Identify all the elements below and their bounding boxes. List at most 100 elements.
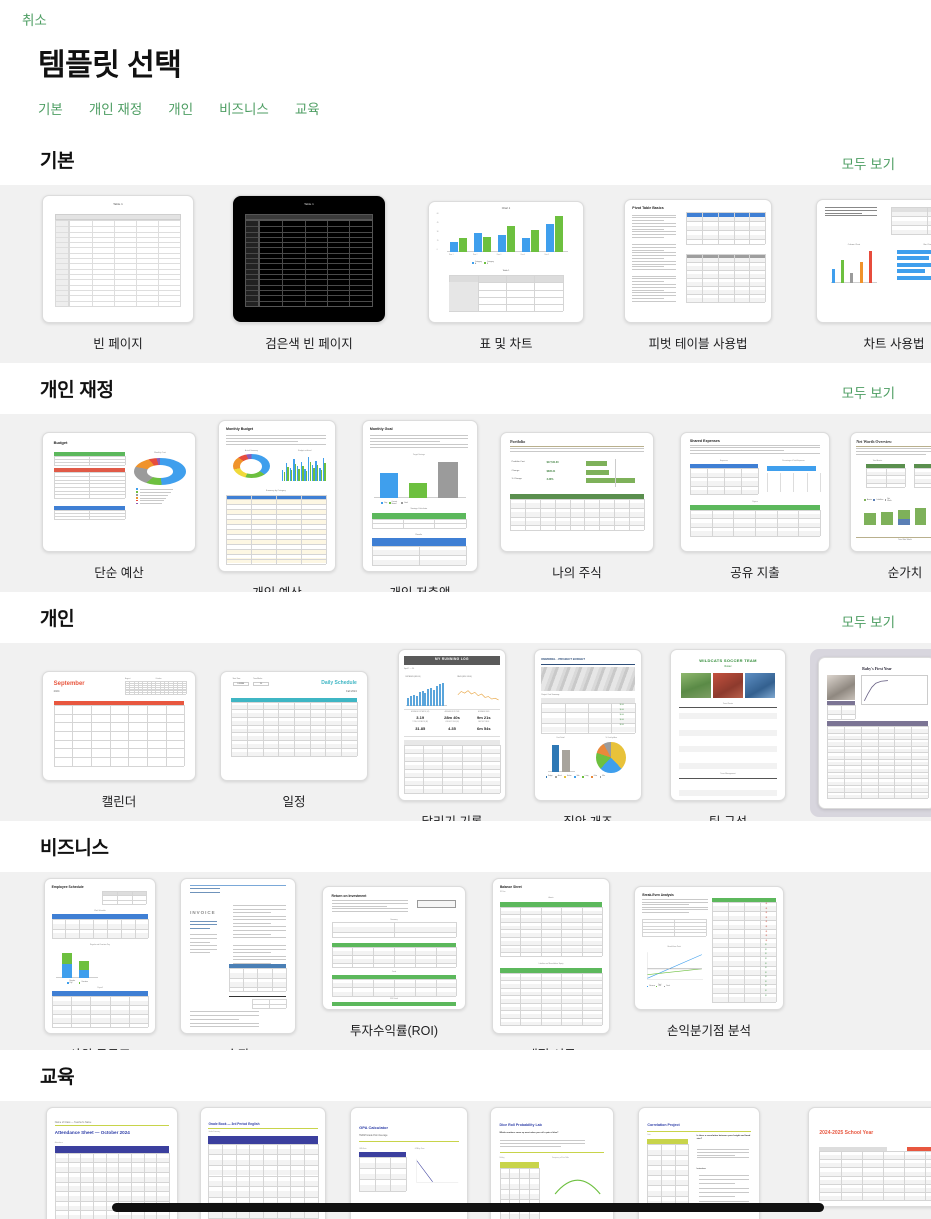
template-card[interactable]: Break-Even Analysis -$1 -$1 -$1 -$1 -$1 -$1 -$1… <box>634 872 784 1050</box>
template-card[interactable]: Correlation Project Data Is there a correl… <box>638 1101 760 1219</box>
template-shelf[interactable]: Table 1 빈 페이지 Table 1 검은색 빈 페이지 Chart 1 60 45 3… <box>0 185 931 363</box>
nav-item-basic[interactable]: 기본 <box>38 98 63 118</box>
template-thumbnail[interactable]: Net Worth Overview Total Assets Assets Liab… <box>850 432 931 552</box>
template-card[interactable]: Chart 1 60 45 30 15 0 Row 1 Row 2 Row 3 Row 4 Row … <box>428 185 584 363</box>
template-thumbnail[interactable]: Daily Schedule Fall 2024 Start Time 6:00 AM… <box>220 671 368 781</box>
template-shelf[interactable]: Employee Schedule Work Schedule Regular an… <box>0 872 931 1050</box>
template-thumbnail[interactable]: INVOICE <box>180 878 296 1034</box>
template-caption: 사원 근무표 <box>70 1044 131 1050</box>
template-card[interactable]: Column ChartBar Chart 차트 사용법 <box>816 185 931 363</box>
cancel-button[interactable]: 취소 <box>22 9 47 29</box>
template-thumbnail[interactable]: 2024-2025 School Year <box>808 1107 931 1207</box>
template-caption: 공유 지출 <box>730 566 780 580</box>
template-shelf[interactable]: Name of Class — Teacher's Name Attendance… <box>0 1101 931 1219</box>
template-shelf[interactable]: Budget Monthly Cost 단순 예산 Monthly Budget Act… <box>0 414 931 592</box>
section-header: 비즈니스모두 보기 <box>0 821 931 872</box>
template-thumbnail[interactable]: Chart 1 60 45 30 15 0 Row 1 Row 2 Row 3 Row 4 Row … <box>428 201 584 323</box>
page-title: 템플릿 선택 <box>38 49 182 82</box>
see-all-link[interactable]: 모두 보기 <box>842 611 895 631</box>
section-3: 개인 모두 보기 September 2024 August October 캘린더 Dail… <box>0 592 931 821</box>
nav-item-personal[interactable]: 개인 <box>168 98 193 118</box>
template-card[interactable]: Table 1 검은색 빈 페이지 <box>232 185 386 363</box>
see-all-link[interactable]: 모두 보기 <box>842 382 895 402</box>
top-bar: 취소 <box>0 0 931 34</box>
template-card[interactable]: Employee Schedule Work Schedule Regular an… <box>44 872 156 1050</box>
template-caption: 재정 서류 <box>526 1044 575 1050</box>
template-thumbnail[interactable]: MY RUNNING LOG April 1 — 30 DISTANCE (MILE… <box>398 649 506 801</box>
template-thumbnail[interactable]: Shared Expenses Expenses Percentage of Tot… <box>680 432 830 552</box>
template-thumbnail[interactable]: Baby's First Year <box>818 657 931 809</box>
template-caption: 빈 페이지 <box>93 337 143 351</box>
template-card[interactable]: Monthly Budget Actual Summary Budget vs Ac… <box>218 414 336 592</box>
template-thumbnail[interactable]: Budget Monthly Cost <box>42 432 196 552</box>
template-card[interactable]: Shared Expenses Expenses Percentage of Tot… <box>680 414 830 592</box>
section-header: 개인 모두 보기 <box>0 592 931 643</box>
template-card[interactable]: REMODEL - PROJECT BUDGET Project Cost Sum… <box>534 643 642 821</box>
template-card[interactable]: Portfolio Portfolio Cost $17,541.30 Change $… <box>500 414 654 592</box>
template-thumbnail[interactable]: Break-Even Analysis -$1 -$1 -$1 -$1 -$1 -$1 -$1… <box>634 886 784 1010</box>
template-preview: Baby's First Year <box>819 658 931 808</box>
template-card[interactable]: September 2024 August October 캘린더 <box>42 643 196 821</box>
template-thumbnail[interactable]: Balance Sheet 31 Dec Assets Liabilities and… <box>492 878 610 1034</box>
template-preview: Monthly Budget Actual Summary Budget vs Ac… <box>219 421 335 571</box>
template-thumbnail[interactable]: REMODEL - PROJECT BUDGET Project Cost Sum… <box>534 649 642 801</box>
template-caption: 표 및 차트 <box>479 337 533 351</box>
template-card[interactable]: Baby's First Year육아 기록 <box>810 643 931 821</box>
template-card[interactable]: GPA Calculator TERM Grade Point Average GP… <box>350 1101 468 1219</box>
section-1: 기본 모두 보기 Table 1 빈 페이지 Table 1 검은색 빈 페이지 Chart… <box>0 134 931 363</box>
template-thumbnail[interactable]: Column ChartBar Chart <box>816 199 931 323</box>
section-title: 비즈니스 <box>40 838 109 859</box>
template-card[interactable]: Return on Investment Summary Costs ROI Deta… <box>322 872 466 1050</box>
template-preview: INVOICE <box>181 879 295 1033</box>
nav-item-business[interactable]: 비즈니스 <box>219 98 269 118</box>
template-card[interactable]: Dice Roll Probability Lab Which numbers c… <box>490 1101 614 1219</box>
template-preview: Table 1 <box>233 196 385 322</box>
see-all-link[interactable]: 모두 보기 <box>842 153 895 173</box>
template-caption: 손익분기점 분석 <box>667 1024 751 1038</box>
template-thumbnail[interactable]: Table 1 <box>232 195 386 323</box>
template-card[interactable]: Budget Monthly Cost 단순 예산 <box>42 414 196 592</box>
template-card[interactable]: 2024-2025 School Year <box>808 1101 931 1219</box>
template-caption: 달리기 기록 <box>422 811 483 821</box>
nav-item-education[interactable]: 교육 <box>295 98 320 118</box>
template-card[interactable]: Pivot Table Basics 피벗 테이블 사용법 <box>624 185 772 363</box>
template-thumbnail[interactable]: September 2024 August October <box>42 671 196 781</box>
template-caption: 순가치 <box>887 566 923 580</box>
template-thumbnail[interactable]: WILDCATS SOCCER TEAM Roster Team Roster Tea… <box>670 649 786 801</box>
template-preview: WILDCATS SOCCER TEAM Roster Team Roster Tea… <box>671 650 785 800</box>
template-thumbnail[interactable]: Monthly Goal Target Savings Sep Current Sav… <box>362 420 478 572</box>
template-card[interactable]: Name of Class — Teacher's Name Attendance… <box>46 1101 178 1219</box>
template-thumbnail[interactable]: Employee Schedule Work Schedule Regular an… <box>44 878 156 1034</box>
template-caption: 집안 개조 <box>563 811 612 821</box>
template-thumbnail[interactable]: Pivot Table Basics <box>624 199 772 323</box>
template-caption: 단순 예산 <box>94 566 144 580</box>
template-card[interactable]: Net Worth Overview Total Assets Assets Liab… <box>850 414 931 592</box>
section-4: 비즈니스모두 보기 Employee ScheduleWork ScheduleR… <box>0 821 931 1050</box>
template-thumbnail[interactable]: Monthly Budget Actual Summary Budget vs Ac… <box>218 420 336 572</box>
category-nav: 기본 개인 재정 개인 비즈니스 교육 <box>0 84 931 134</box>
section-title: 기본 <box>40 151 75 172</box>
nav-item-personal-finance[interactable]: 개인 재정 <box>89 98 142 118</box>
template-card[interactable]: WILDCATS SOCCER TEAM Roster Team Roster Tea… <box>670 643 786 821</box>
template-caption: 송장 <box>226 1044 249 1050</box>
template-preview: 2024-2025 School Year <box>809 1108 931 1206</box>
template-card[interactable]: Daily Schedule Fall 2024 Start Time 6:00 AM… <box>220 643 368 821</box>
template-card[interactable]: Monthly Goal Target Savings Sep Current Sav… <box>362 414 478 592</box>
template-thumbnail[interactable]: Portfolio Portfolio Cost $17,541.30 Change $… <box>500 432 654 552</box>
template-caption: 투자수익률(ROI) <box>349 1024 439 1038</box>
template-caption: 검은색 빈 페이지 <box>265 337 353 351</box>
template-card[interactable]: Grade Book — 3rd Period English Grade Sum… <box>200 1101 326 1219</box>
template-thumbnail[interactable]: Return on Investment Summary Costs ROI Deta… <box>322 886 466 1010</box>
template-card[interactable]: Table 1 빈 페이지 <box>42 185 194 363</box>
template-preview: Pivot Table Basics <box>625 200 771 322</box>
template-thumbnail[interactable]: Table 1 <box>42 195 194 323</box>
template-preview: Daily Schedule Fall 2024 Start Time 6:00 AM… <box>221 672 367 780</box>
template-preview: Net Worth Overview Total Assets Assets Liab… <box>851 433 931 551</box>
template-card[interactable]: Balance Sheet 31 Dec Assets Liabilities and… <box>492 872 610 1050</box>
horizontal-scrollbar[interactable] <box>112 1203 824 1212</box>
template-card[interactable]: INVOICE 송장 <box>180 872 296 1050</box>
template-card[interactable]: MY RUNNING LOG April 1 — 30 DISTANCE (MILE… <box>398 643 506 821</box>
template-caption: 일정 <box>282 795 306 809</box>
template-shelf[interactable]: September 2024 August October 캘린더 Daily Sched… <box>0 643 931 821</box>
section-title: 개인 재정 <box>40 380 114 401</box>
